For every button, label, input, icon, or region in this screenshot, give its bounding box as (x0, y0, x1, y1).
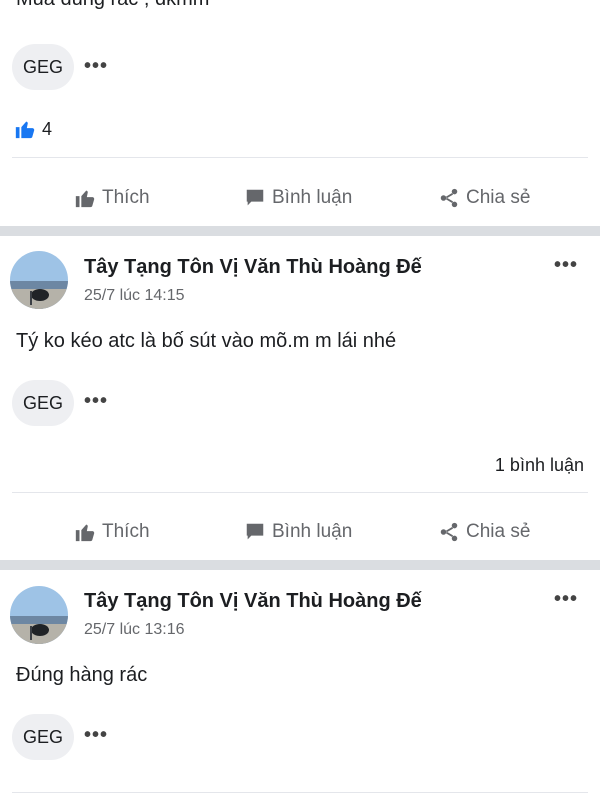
divider (12, 792, 588, 793)
author-name[interactable]: Tây Tạng Tôn Vị Văn Thù Hoàng Đế (84, 590, 422, 613)
comment-icon (246, 189, 264, 206)
share-icon (440, 522, 458, 542)
thumbs-up-icon (75, 190, 95, 208)
like-label: Thích (102, 187, 150, 208)
more-options-icon[interactable]: ••• (84, 724, 108, 747)
share-icon (440, 188, 458, 208)
avatar[interactable] (10, 586, 68, 644)
avatar-image (10, 251, 68, 309)
avatar-image (10, 586, 68, 644)
divider (12, 492, 588, 493)
share-button[interactable]: Chia sẻ (438, 187, 530, 209)
tag-chip[interactable]: GEG (12, 714, 74, 760)
comment-label: Bình luận (272, 521, 353, 542)
comment-button[interactable]: Bình luận (244, 187, 352, 209)
tag-chip[interactable]: GEG (12, 44, 74, 90)
post-menu-icon[interactable]: ••• (554, 588, 578, 611)
comment-button[interactable]: Bình luận (244, 521, 352, 543)
post-timestamp[interactable]: 25/7 lúc 14:15 (84, 287, 185, 305)
divider (12, 157, 588, 158)
like-reaction-icon (15, 121, 35, 139)
comment-icon (246, 523, 264, 540)
like-count: 4 (42, 118, 53, 139)
like-button[interactable]: Thích (74, 521, 150, 543)
author-name[interactable]: Tây Tạng Tôn Vị Văn Thù Hoàng Đế (84, 256, 422, 279)
post-text: Tý ko kéo atc là bố sút vào mõ.m m lái n… (16, 330, 397, 352)
section-separator (0, 560, 600, 570)
share-label: Chia sẻ (466, 187, 531, 208)
section-separator (0, 226, 600, 236)
post-timestamp[interactable]: 25/7 lúc 13:16 (84, 621, 185, 639)
like-label: Thích (102, 521, 150, 542)
avatar[interactable] (10, 251, 68, 309)
tag-chip[interactable]: GEG (12, 380, 74, 426)
thumbs-up-icon (75, 524, 95, 542)
like-button[interactable]: Thích (74, 187, 150, 209)
post-menu-icon[interactable]: ••• (554, 254, 578, 277)
reaction-summary[interactable]: 4 (14, 118, 52, 140)
share-button[interactable]: Chia sẻ (438, 521, 530, 543)
comment-label: Bình luận (272, 187, 353, 208)
more-options-icon[interactable]: ••• (84, 390, 108, 413)
comment-count[interactable]: 1 bình luận (495, 455, 584, 476)
share-label: Chia sẻ (466, 521, 531, 542)
more-options-icon[interactable]: ••• (84, 55, 108, 78)
post-text: Mua đúng rác , đkmm (16, 0, 209, 11)
post-text: Đúng hàng rác (16, 664, 148, 686)
